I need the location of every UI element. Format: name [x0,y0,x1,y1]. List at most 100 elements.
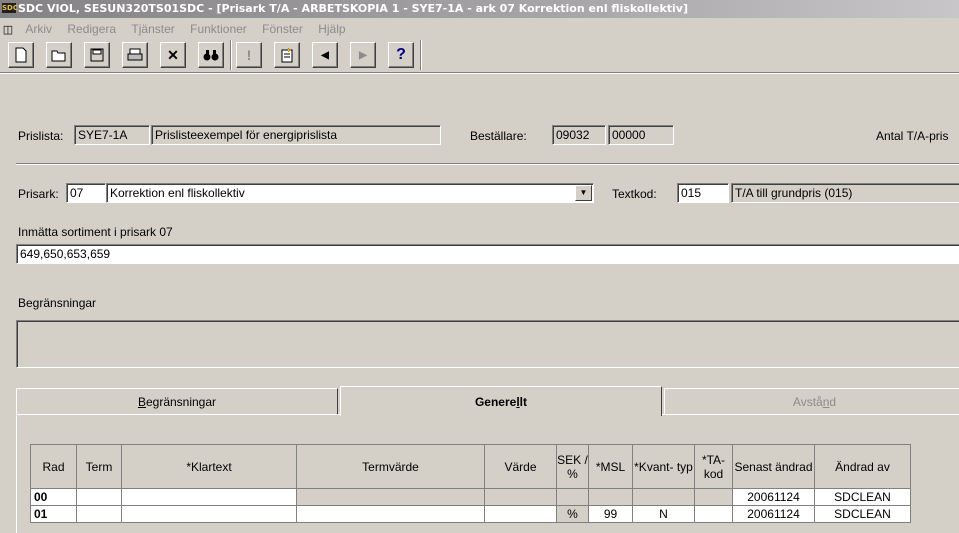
menu-bar: ◫ Arkiv Redigera Tjänster Funktioner Fön… [0,19,959,39]
grid-header-row: Rad Term *Klartext Termvärde Värde SEK /… [30,444,911,489]
cell-takod [694,488,733,506]
begransningar-label: Begränsningar [18,296,97,310]
prisark-select[interactable]: Korrektion enl fliskollektiv ▼ [106,183,594,203]
notes-icon [281,47,293,63]
textkod-field[interactable]: 015 [677,183,729,203]
antal-ta-pris-label: Antal T/A-pris [876,129,949,143]
cell-term[interactable] [76,488,122,506]
cell-takod[interactable] [694,505,733,523]
col-header-msl[interactable]: *MSL [588,444,633,489]
prislista-code-field: SYE7-1A [74,125,150,145]
tab-generellt-label: Generellt [474,394,528,409]
exclamation-icon: ! [246,47,252,63]
cell-varde [484,488,557,506]
col-header-kvanttyp[interactable]: *Kvant- typ [632,444,695,489]
col-header-senast-andrad[interactable]: Senast ändrad [732,444,815,489]
tab-begransningar[interactable]: Begränsningar [16,388,338,414]
open-folder-icon [51,50,66,62]
find-button[interactable] [198,42,224,68]
window-title: SDC VIOL, SESUN320TS01SDC - [Prisark T/A… [18,2,689,15]
cell-kvanttyp [632,488,695,506]
cell-senast-andrad: 20061124 [732,488,815,506]
toolbar-separator [420,40,422,70]
save-icon [90,48,104,62]
open-button[interactable] [46,42,72,68]
bestallare-field-1: 09032 [552,125,606,145]
header-divider [16,163,959,165]
textkod-label: Textkod: [612,187,657,201]
col-header-klartext[interactable]: *Klartext [121,444,297,489]
bestallare-field-2: 00000 [608,125,674,145]
col-header-rad[interactable]: Rad [30,444,77,489]
print-icon [127,48,143,61]
title-bar: SDCSDC VIOL, SESUN320TS01SDC - [Prisark … [0,0,959,18]
help-icon: ? [396,46,406,63]
delete-button[interactable]: ✕ [160,42,186,68]
col-header-sek[interactable]: SEK / % [556,444,589,489]
toolbar-separator [230,40,232,70]
menu-arkiv[interactable]: Arkiv [19,19,58,39]
menu-funktioner[interactable]: Funktioner [184,19,253,39]
menu-redigera[interactable]: Redigera [61,19,122,39]
cell-kvanttyp[interactable]: N [632,505,695,523]
print-button[interactable] [122,42,148,68]
menu-tjanster[interactable]: Tjänster [125,19,180,39]
tab-avstand-label: Avstånd [792,394,837,409]
cell-varde[interactable] [484,505,557,523]
col-header-termvarde[interactable]: Termvärde [296,444,485,489]
toolbar-bottom-border [0,72,959,74]
cell-klartext[interactable] [121,505,297,523]
col-header-takod[interactable]: *TA- kod [694,444,733,489]
cell-rad[interactable]: 01 [30,505,77,523]
next-arrow-icon: ▶ [359,49,367,61]
system-menu-icon[interactable]: ◫ [0,20,16,40]
cell-sek[interactable]: % [556,505,589,523]
col-header-varde[interactable]: Värde [484,444,557,489]
notes-button[interactable] [274,42,300,68]
cell-klartext[interactable] [121,488,297,506]
prislista-label: Prislista: [18,129,64,143]
alert-button[interactable]: ! [236,42,262,68]
save-button[interactable] [84,42,110,68]
cell-sek [556,488,589,506]
cell-msl [588,488,633,506]
cell-termvarde [296,488,485,506]
prisark-selected-value: Korrektion enl fliskollektiv [110,186,245,200]
bestallare-label: Beställare: [470,129,527,143]
help-button[interactable]: ? [388,42,414,68]
app-logo: SDC [2,3,18,13]
cell-term[interactable] [76,505,122,523]
prisark-label: Prisark: [18,187,59,201]
col-header-term[interactable]: Term [76,444,122,489]
new-document-icon [15,47,27,63]
tab-generellt[interactable]: Generellt [340,386,662,416]
tab-begransningar-label: Begränsningar [137,394,217,409]
prev-arrow-icon: ◀ [321,49,329,61]
tab-avstand[interactable]: Avstånd [664,388,959,414]
cell-senast-andrad: 20061124 [732,505,815,523]
delete-x-icon: ✕ [167,46,179,63]
sortiment-field[interactable]: 649,650,653,659 [16,244,959,264]
sortiment-label: Inmätta sortiment i prisark 07 [18,225,173,239]
textkod-text-field: T/A till grundpris (015) [731,183,959,203]
prisark-dropdown-button[interactable]: ▼ [575,185,592,201]
menu-hjalp[interactable]: Hjälp [312,19,351,39]
col-header-andrad-av[interactable]: Ändrad av [814,444,911,489]
prev-button[interactable]: ◀ [312,42,338,68]
cell-andrad-av: SDCLEAN [814,488,911,506]
cell-andrad-av: SDCLEAN [814,505,911,523]
table-row[interactable]: 00 20061124 SDCLEAN [30,488,911,506]
terms-grid: Rad Term *Klartext Termvärde Värde SEK /… [30,444,911,523]
prisark-number-field[interactable]: 07 [66,183,106,203]
table-row[interactable]: 01 % 99 N 20061124 SDCLEAN [30,505,911,523]
chevron-down-icon: ▼ [579,188,588,197]
cell-termvarde[interactable] [296,505,485,523]
menu-fonster[interactable]: Fönster [256,19,309,39]
next-button[interactable]: ▶ [350,42,376,68]
binoculars-icon [203,50,219,61]
cell-msl[interactable]: 99 [588,505,633,523]
prislista-name-field: Prislisteexempel för energiprislista [151,125,441,145]
new-document-button[interactable] [8,42,34,68]
cell-rad[interactable]: 00 [30,488,77,506]
begransningar-field [16,320,959,368]
